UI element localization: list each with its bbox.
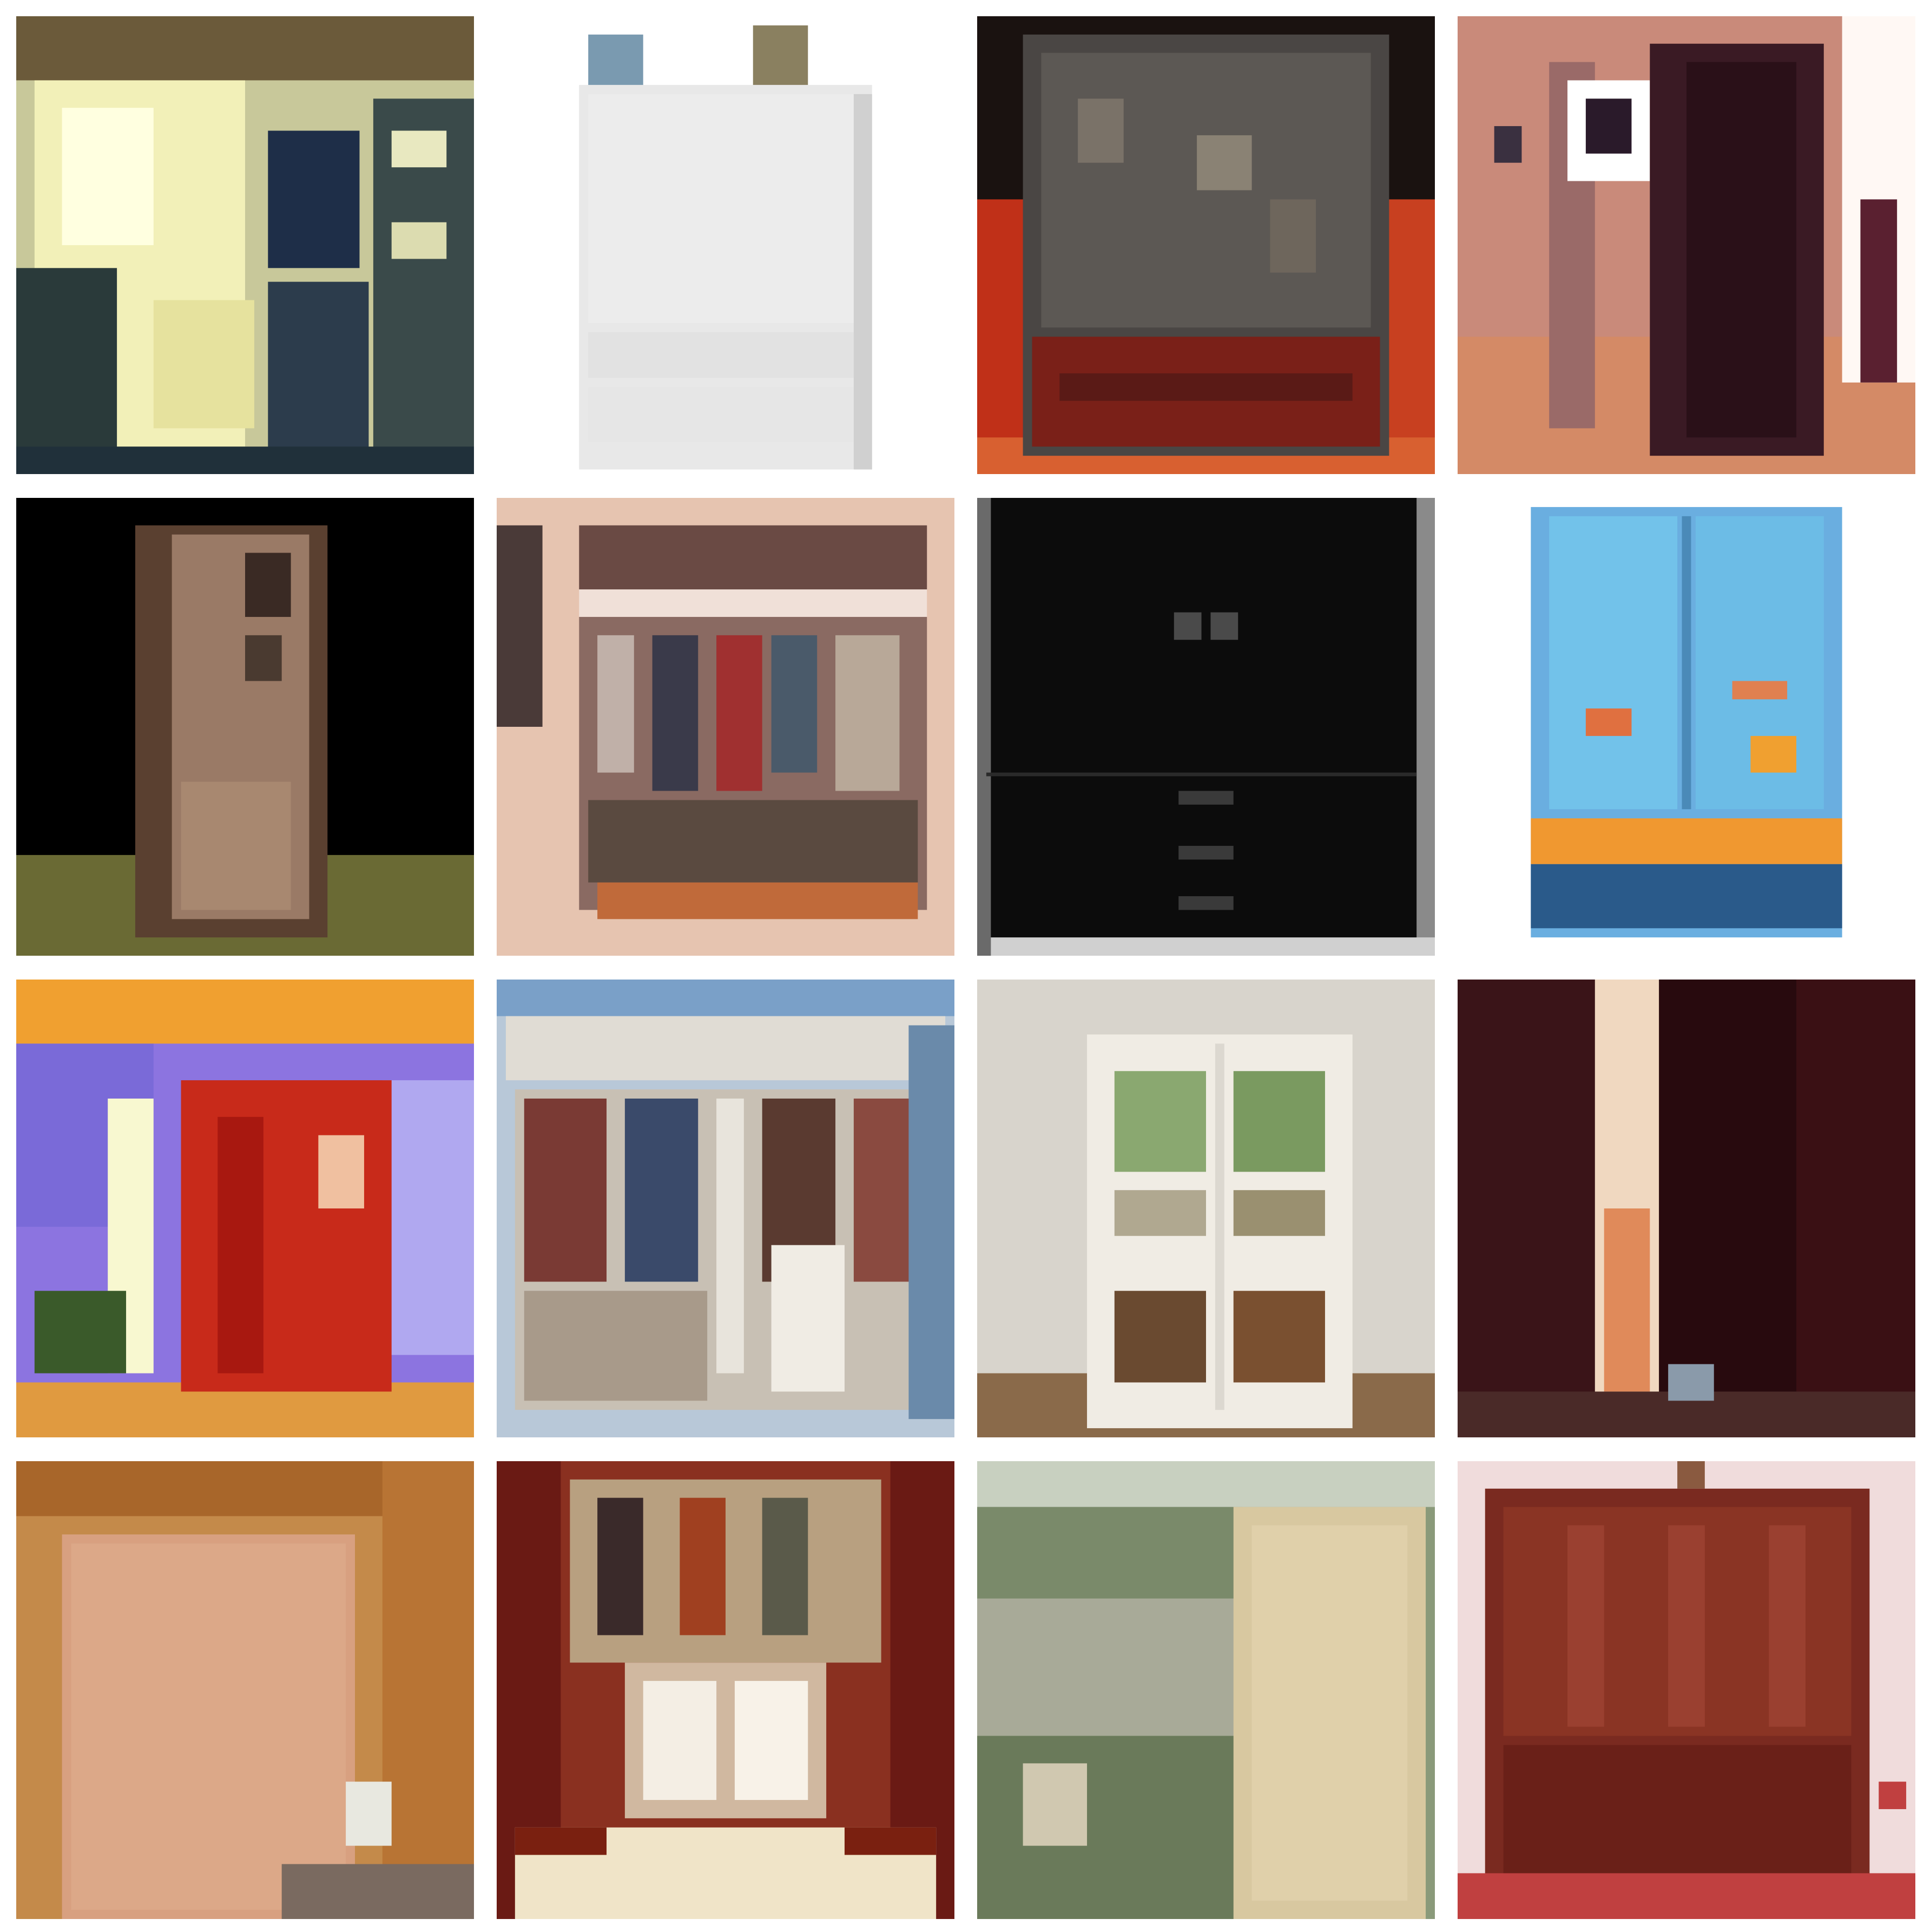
image-tile-13 bbox=[16, 1461, 474, 1919]
image-grid bbox=[16, 16, 1915, 1919]
image-tile-6 bbox=[497, 498, 954, 956]
tile-2-image bbox=[497, 16, 954, 474]
image-tile-11 bbox=[977, 980, 1435, 1437]
image-tile-2 bbox=[497, 16, 954, 474]
tile-6-image bbox=[497, 498, 954, 956]
image-tile-1 bbox=[16, 16, 474, 474]
tile-5-image bbox=[16, 498, 474, 956]
image-tile-8 bbox=[1458, 498, 1915, 956]
tile-12-image bbox=[1458, 980, 1915, 1437]
image-tile-12 bbox=[1458, 980, 1915, 1437]
tile-3-image bbox=[977, 16, 1435, 474]
image-tile-5 bbox=[16, 498, 474, 956]
image-tile-15 bbox=[977, 1461, 1435, 1919]
tile-16-image bbox=[1458, 1461, 1915, 1919]
image-tile-4 bbox=[1458, 16, 1915, 474]
tile-14-image bbox=[497, 1461, 954, 1919]
image-tile-3 bbox=[977, 16, 1435, 474]
tile-4-image bbox=[1458, 16, 1915, 474]
tile-13-image bbox=[16, 1461, 474, 1919]
tile-15-image bbox=[977, 1461, 1435, 1919]
image-tile-9 bbox=[16, 980, 474, 1437]
image-tile-14 bbox=[497, 1461, 954, 1919]
tile-7-image bbox=[977, 498, 1435, 956]
tile-9-image bbox=[16, 980, 474, 1437]
image-tile-7 bbox=[977, 498, 1435, 956]
tile-10-image bbox=[497, 980, 954, 1437]
image-tile-10 bbox=[497, 980, 954, 1437]
tile-1-image bbox=[16, 16, 474, 474]
tile-11-image bbox=[977, 980, 1435, 1437]
image-tile-16 bbox=[1458, 1461, 1915, 1919]
tile-8-image bbox=[1458, 498, 1915, 956]
